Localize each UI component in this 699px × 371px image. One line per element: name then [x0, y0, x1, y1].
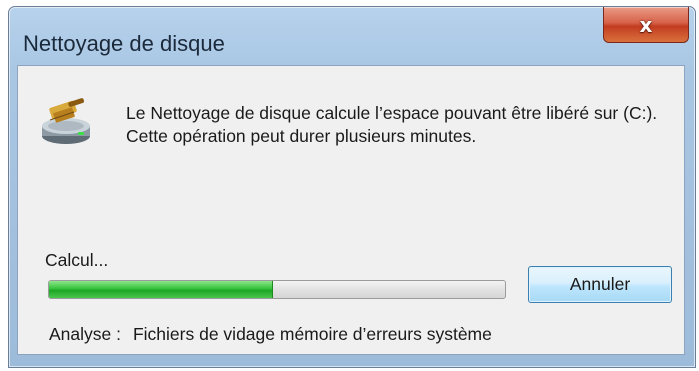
cancel-button[interactable]: Annuler	[528, 266, 672, 303]
progress-fill	[49, 281, 274, 298]
disk-cleanup-icon	[42, 98, 90, 144]
close-icon: x	[639, 12, 653, 37]
progress-bar	[48, 280, 506, 299]
analysis-label: Analyse :	[49, 324, 121, 344]
status-label: Calcul...	[45, 250, 109, 270]
window-title: Nettoyage de disque	[23, 31, 225, 56]
dialog-body: Le Nettoyage de disque calcule l’espace …	[17, 65, 685, 355]
message-text: Le Nettoyage de disque calcule l’espace …	[126, 103, 658, 146]
disk-cleanup-dialog: Nettoyage de disque x Le Nettoyage de di…	[8, 6, 696, 368]
analysis-status: Analyse : Fichiers de vidage mémoire d’er…	[49, 324, 492, 345]
close-button[interactable]: x	[603, 7, 689, 43]
analysis-value: Fichiers de vidage mémoire d’erreurs sys…	[132, 324, 492, 344]
